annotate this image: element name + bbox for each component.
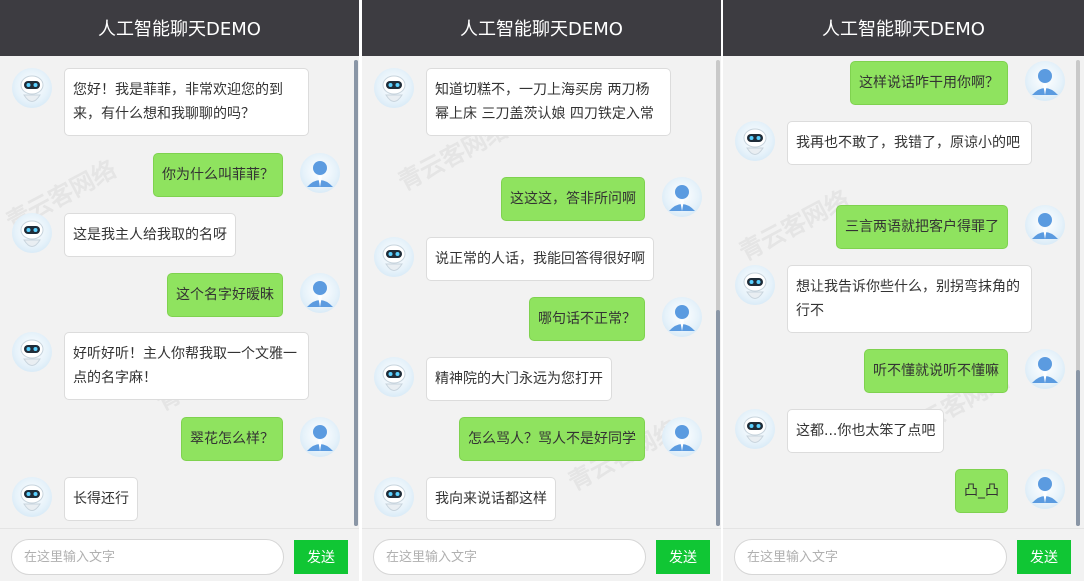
message-bubble: 说正常的人话，我能回答得很好啊 — [426, 237, 654, 281]
user-avatar-icon — [1025, 469, 1065, 509]
robot-avatar-icon — [374, 237, 414, 277]
robot-avatar-icon — [735, 409, 775, 449]
user-avatar-icon — [300, 153, 340, 193]
chat-title: 人工智能聊天DEMO — [362, 0, 721, 56]
robot-avatar-icon — [735, 121, 775, 161]
message-bubble: 这都...你也太笨了点吧 — [787, 409, 945, 453]
send-button[interactable]: 发送 — [1017, 540, 1071, 574]
scrollbar-thumb[interactable] — [354, 60, 358, 526]
robot-avatar-icon — [12, 68, 52, 108]
user-avatar-icon — [1025, 61, 1065, 101]
message-bubble: 精神院的大门永远为您打开 — [426, 357, 612, 401]
message-bubble: 长得还行 — [64, 477, 138, 521]
message-list[interactable]: 青云客网络 青云客网络 知道切糕不，一刀上海买房 两刀杨幂上床 三刀盖茨认娘 四… — [362, 56, 713, 528]
robot-avatar-icon — [374, 477, 414, 517]
message-bubble: 凸_凸 — [955, 469, 1008, 513]
scrollbar-thumb[interactable] — [1076, 370, 1080, 526]
robot-avatar-icon — [12, 213, 52, 253]
message-bubble: 翠花怎么样？ — [181, 417, 283, 461]
message-bubble: 哪句话不正常？ — [529, 297, 645, 341]
message-bubble: 好听好听！主人你帮我取一个文雅一点的名字麻！ — [64, 332, 309, 400]
message-bubble: 这个名字好暧昧 — [167, 273, 283, 317]
message-input[interactable] — [11, 539, 284, 575]
user-avatar-icon — [300, 273, 340, 313]
chat-panel: 人工智能聊天DEMO 青云客网络 青云客网络 这样说话咋干用你啊？ 我再也不敢了… — [723, 0, 1084, 581]
user-avatar-icon — [662, 417, 702, 457]
user-avatar-icon — [1025, 349, 1065, 389]
chat-panel: 人工智能聊天DEMO 青云客网络 青云客网络 您好！我是菲菲，非常欢迎您的到来，… — [0, 0, 359, 581]
message-input[interactable] — [373, 539, 646, 575]
robot-avatar-icon — [12, 332, 52, 372]
chat-panel: 人工智能聊天DEMO 青云客网络 青云客网络 知道切糕不，一刀上海买房 两刀杨幂… — [362, 0, 721, 581]
robot-avatar-icon — [374, 68, 414, 108]
robot-avatar-icon — [735, 265, 775, 305]
user-avatar-icon — [662, 297, 702, 337]
message-bubble: 你为什么叫菲菲？ — [153, 153, 283, 197]
message-input[interactable] — [734, 539, 1007, 575]
message-bubble: 这这这，答非所问啊 — [501, 177, 645, 221]
send-button[interactable]: 发送 — [656, 540, 710, 574]
message-bubble: 怎么骂人？骂人不是好同学 — [459, 417, 645, 461]
message-list[interactable]: 青云客网络 青云客网络 这样说话咋干用你啊？ 我再也不敢了，我错了，原谅小的吧 … — [723, 56, 1076, 528]
message-bubble: 三言两语就把客户得罪了 — [836, 205, 1008, 249]
message-bubble: 听不懂就说听不懂嘛 — [864, 349, 1008, 393]
scrollbar[interactable] — [716, 60, 720, 526]
chat-title: 人工智能聊天DEMO — [723, 0, 1084, 56]
robot-avatar-icon — [374, 357, 414, 397]
send-button[interactable]: 发送 — [294, 540, 348, 574]
input-bar: 发送 — [362, 528, 721, 581]
scrollbar-thumb[interactable] — [716, 310, 720, 526]
user-avatar-icon — [662, 177, 702, 217]
message-bubble: 我再也不敢了，我错了，原谅小的吧 — [787, 121, 1032, 165]
message-bubble: 知道切糕不，一刀上海买房 两刀杨幂上床 三刀盖茨认娘 四刀铁定入常 — [426, 68, 671, 136]
chat-title: 人工智能聊天DEMO — [0, 0, 359, 56]
message-list[interactable]: 青云客网络 青云客网络 您好！我是菲菲，非常欢迎您的到来，有什么想和我聊聊的吗？… — [0, 56, 351, 528]
scrollbar[interactable] — [354, 60, 358, 526]
message-bubble: 这是我主人给我取的名呀 — [64, 213, 236, 257]
user-avatar-icon — [300, 417, 340, 457]
robot-avatar-icon — [12, 477, 52, 517]
message-bubble: 这样说话咋干用你啊？ — [850, 61, 1008, 105]
user-avatar-icon — [1025, 205, 1065, 245]
message-bubble: 我向来说话都这样 — [426, 477, 556, 521]
input-bar: 发送 — [723, 528, 1084, 581]
message-bubble: 您好！我是菲菲，非常欢迎您的到来，有什么想和我聊聊的吗？ — [64, 68, 309, 136]
scrollbar[interactable] — [1076, 60, 1080, 526]
message-bubble: 想让我告诉你些什么，别拐弯抹角的行不 — [787, 265, 1032, 333]
input-bar: 发送 — [0, 528, 359, 581]
